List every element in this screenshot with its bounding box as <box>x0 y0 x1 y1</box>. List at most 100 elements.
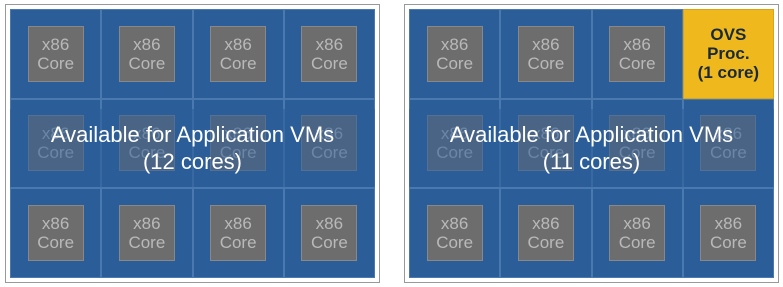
x86-core: x86 Core <box>609 25 666 82</box>
left-cell-r1c3: x86 Core <box>192 9 284 99</box>
core-label-line1: x86 <box>714 214 743 234</box>
x86-core: x86 Core <box>700 115 757 172</box>
left-cell-r1c2: x86 Core <box>101 9 193 99</box>
left-cell-r2c1: x86 Core <box>10 98 102 189</box>
core-label-line1: x86 <box>224 124 252 144</box>
x86-core: x86 Core <box>301 25 358 82</box>
left-cell-r3c3: x86 Core <box>192 188 284 278</box>
core-label-line1: x86 <box>623 214 651 234</box>
core-label-line2: Core <box>310 143 348 163</box>
right-cell-r2c2: x86 Core <box>500 98 592 189</box>
core-label-line1: x86 <box>41 34 70 54</box>
left-cell-r1c1: x86 Core <box>10 9 102 99</box>
x86-core: x86 Core <box>210 205 267 262</box>
x86-core: x86 Core <box>426 115 483 172</box>
ovs-label-line1: OVS <box>710 25 747 45</box>
core-label-line1: x86 <box>440 214 469 234</box>
right-cell-r3c2: x86 Core <box>500 188 592 278</box>
right-cell-r3c3: x86 Core <box>591 188 683 278</box>
x86-core: x86 Core <box>517 25 574 82</box>
x86-core: x86 Core <box>517 205 574 262</box>
core-label-line2: Core <box>618 143 656 163</box>
right-cell-r3c1: x86 Core <box>409 188 501 278</box>
core-label-line1: x86 <box>532 124 560 144</box>
x86-core: x86 Core <box>426 205 483 262</box>
x86-core: x86 Core <box>609 205 666 262</box>
core-label-line2: Core <box>436 143 474 163</box>
left-cell-r1c4: x86 Core <box>283 9 375 99</box>
core-label-line1: x86 <box>532 214 560 234</box>
core-label-line2: Core <box>618 233 656 253</box>
core-label-line1: x86 <box>440 124 469 144</box>
core-label-line1: x86 <box>623 124 651 144</box>
core-label-line1: x86 <box>315 124 344 144</box>
core-label-line2: Core <box>527 233 565 253</box>
right-core-grid: x86 Core x86 Core x86 Core OVS Proc. (1 cor… <box>409 9 774 278</box>
core-label-line2: Core <box>128 233 166 253</box>
core-label-line2: Core <box>219 53 257 73</box>
core-label-line2: Core <box>37 233 75 253</box>
core-label-line2: Core <box>709 143 747 163</box>
core-label-line2: Core <box>709 233 747 253</box>
left-panel: x86 Core x86 Core x86 Core x86 Core x86 Core … <box>5 4 380 283</box>
x86-core: x86 Core <box>700 205 757 262</box>
core-label-line2: Core <box>128 53 166 73</box>
core-label-line1: x86 <box>133 34 161 54</box>
core-label-line2: Core <box>436 53 474 73</box>
core-label-line2: Core <box>310 53 348 73</box>
core-label-line2: Core <box>310 233 348 253</box>
x86-core: x86 Core <box>210 25 267 82</box>
core-label-line1: x86 <box>224 214 252 234</box>
x86-core: x86 Core <box>426 25 483 82</box>
right-cell-r1c3: x86 Core <box>591 9 683 99</box>
core-label-line1: x86 <box>41 124 70 144</box>
core-label-line1: x86 <box>224 34 252 54</box>
left-cell-r3c1: x86 Core <box>10 188 102 278</box>
core-label-line1: x86 <box>133 214 161 234</box>
ovs-label: OVS Proc. (1 core) <box>698 25 759 82</box>
x86-core: x86 Core <box>27 205 84 262</box>
core-label-line1: x86 <box>41 214 70 234</box>
x86-core: x86 Core <box>210 115 267 172</box>
left-cell-r2c2: x86 Core <box>101 98 193 189</box>
right-cell-r1c1: x86 Core <box>409 9 501 99</box>
x86-core: x86 Core <box>609 115 666 172</box>
diagram-canvas: x86 Core x86 Core x86 Core x86 Core x86 Core … <box>0 0 783 287</box>
core-label-line2: Core <box>219 233 257 253</box>
right-cell-r2c4: x86 Core <box>682 98 774 189</box>
right-cell-r2c1: x86 Core <box>409 98 501 189</box>
x86-core: x86 Core <box>27 25 84 82</box>
core-label-line1: x86 <box>714 124 743 144</box>
ovs-label-line3: (1 core) <box>697 63 760 83</box>
core-label-line2: Core <box>37 143 75 163</box>
right-panel: x86 Core x86 Core x86 Core OVS Proc. (1 cor… <box>404 4 779 283</box>
ovs-label-line2: Proc. <box>707 44 750 64</box>
left-cell-r2c4: x86 Core <box>283 98 375 189</box>
left-cell-r2c3: x86 Core <box>192 98 284 189</box>
core-label-line1: x86 <box>623 34 651 54</box>
core-label-line2: Core <box>128 143 166 163</box>
core-label-line1: x86 <box>532 34 560 54</box>
x86-core: x86 Core <box>118 115 175 172</box>
core-label-line1: x86 <box>315 214 344 234</box>
x86-core: x86 Core <box>301 115 358 172</box>
core-label-line1: x86 <box>133 124 161 144</box>
left-cell-r3c4: x86 Core <box>283 188 375 278</box>
right-cell-r3c4: x86 Core <box>682 188 774 278</box>
x86-core: x86 Core <box>301 205 358 262</box>
ovs-processing-core: OVS Proc. (1 core) <box>682 9 774 99</box>
right-cell-r1c2: x86 Core <box>500 9 592 99</box>
core-label-line2: Core <box>37 53 75 73</box>
x86-core: x86 Core <box>118 25 175 82</box>
right-cell-r2c3: x86 Core <box>591 98 683 189</box>
left-core-grid: x86 Core x86 Core x86 Core x86 Core x86 Core … <box>10 9 375 278</box>
x86-core: x86 Core <box>27 115 84 172</box>
left-cell-r3c2: x86 Core <box>101 188 193 278</box>
core-label-line2: Core <box>219 143 257 163</box>
core-label-line2: Core <box>436 233 474 253</box>
x86-core: x86 Core <box>517 115 574 172</box>
x86-core: x86 Core <box>118 205 175 262</box>
core-label-line2: Core <box>527 143 565 163</box>
core-label-line1: x86 <box>315 34 344 54</box>
core-label-line2: Core <box>618 53 656 73</box>
